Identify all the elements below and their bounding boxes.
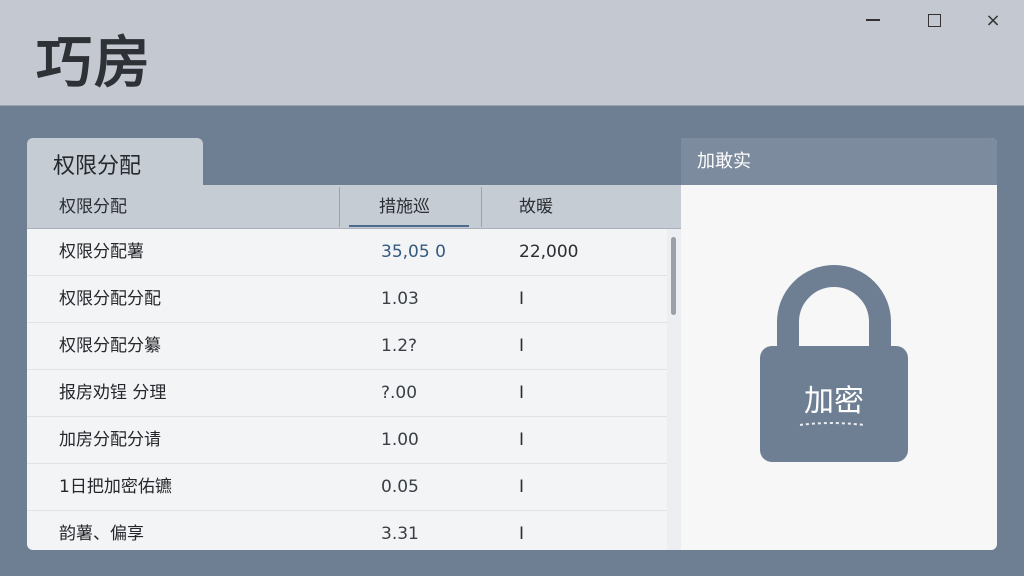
lock-label: 加密 <box>804 384 864 419</box>
tab-strip <box>203 138 681 185</box>
row-name: 韵薯、偏享 <box>59 524 144 544</box>
title-bar: 巧房 × <box>0 0 1024 106</box>
sort-indicator <box>349 225 469 227</box>
minimize-button[interactable] <box>850 6 896 34</box>
column-divider <box>481 187 482 227</box>
row-extra: I <box>519 289 525 309</box>
minimize-icon <box>866 19 880 21</box>
row-name: 权限分配薯 <box>59 242 144 262</box>
table-row[interactable]: 报房劝锃 分理 ?.00 I <box>27 370 667 417</box>
table-row[interactable]: 韵薯、偏享 3.31 I <box>27 511 667 550</box>
close-button[interactable]: × <box>970 6 1016 34</box>
app-title: 巧房 <box>36 31 152 96</box>
table-row[interactable]: 权限分配分配 1.03 I <box>27 276 667 323</box>
table-row[interactable]: 1日把加密佑镳 0.05 I <box>27 464 667 511</box>
encryption-panel-title: 加敢实 <box>681 138 997 185</box>
row-extra: 22,000 <box>519 242 579 262</box>
row-extra: I <box>519 524 525 544</box>
vertical-scrollbar[interactable] <box>667 229 681 550</box>
row-extra: I <box>519 383 525 403</box>
column-header-name[interactable]: 权限分配 <box>59 185 127 229</box>
table-header: 权限分配 措施巡 故暖 <box>27 185 681 229</box>
column-header-extra[interactable]: 故暖 <box>519 185 553 229</box>
row-extra: I <box>519 430 525 450</box>
row-extra: I <box>519 336 525 356</box>
maximize-icon <box>927 13 941 27</box>
table-row[interactable]: 加房分配分请 1.00 I <box>27 417 667 464</box>
encryption-panel: 加敢实 加密 <box>681 138 997 550</box>
column-header-value[interactable]: 措施巡 <box>379 185 430 229</box>
close-icon: × <box>985 9 1001 31</box>
scroll-thumb[interactable] <box>671 237 676 315</box>
row-value: 1.00 <box>381 430 419 450</box>
row-value: 1.2? <box>381 336 418 356</box>
table-row[interactable]: 权限分配分纂 1.2? I <box>27 323 667 370</box>
row-name: 报房劝锃 分理 <box>59 383 167 403</box>
lock-graphic <box>760 265 908 462</box>
row-value: 0.05 <box>381 477 419 497</box>
row-value: 3.31 <box>381 524 419 544</box>
row-extra: I <box>519 477 525 497</box>
column-divider <box>339 187 340 227</box>
maximize-button[interactable] <box>911 6 957 34</box>
row-name: 权限分配分纂 <box>59 336 161 356</box>
lock-icon[interactable]: 加密 <box>760 264 908 462</box>
row-value: 35,05 0 <box>381 242 446 262</box>
table-row[interactable]: 权限分配薯 35,05 0 22,000 <box>27 229 667 276</box>
permissions-panel: 权限分配 权限分配 措施巡 故暖 权限分配薯 35,05 0 22,000 权限… <box>27 138 681 550</box>
row-name: 权限分配分配 <box>59 289 161 309</box>
row-value: ?.00 <box>381 383 418 403</box>
row-value: 1.03 <box>381 289 419 309</box>
table-body: 权限分配薯 35,05 0 22,000 权限分配分配 1.03 I 权限分配分… <box>27 229 681 550</box>
row-name: 1日把加密佑镳 <box>59 477 172 497</box>
row-name: 加房分配分请 <box>59 430 161 450</box>
tab-permissions[interactable]: 权限分配 <box>27 138 203 185</box>
